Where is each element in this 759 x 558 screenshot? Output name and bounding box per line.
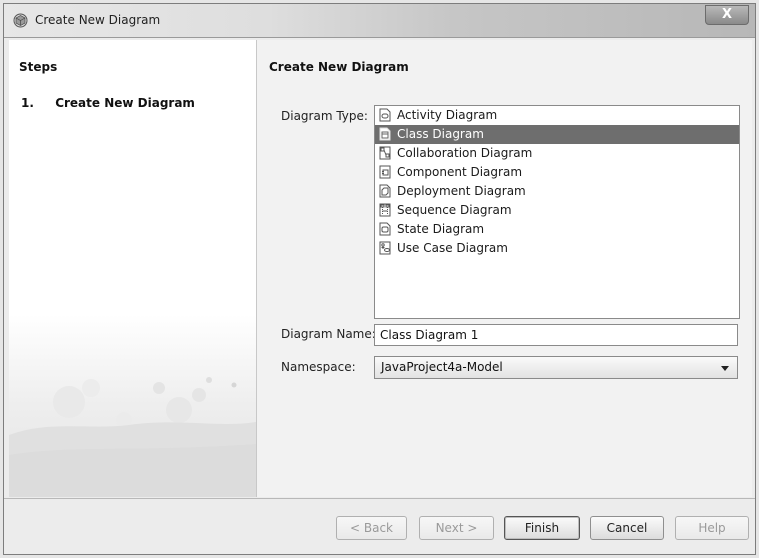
deployment-diagram-icon	[379, 184, 391, 197]
panel-title: Create New Diagram	[269, 60, 409, 74]
create-new-diagram-dialog: Create New Diagram X Steps 1. Create New…	[3, 3, 756, 555]
sequence-diagram-icon	[379, 203, 391, 216]
list-item-collaboration-diagram[interactable]: Collaboration Diagram	[375, 144, 739, 163]
list-item-label: Component Diagram	[397, 165, 523, 179]
list-item-label: Sequence Diagram	[397, 203, 512, 217]
cancel-button[interactable]: Cancel	[590, 516, 664, 540]
step-item: 1. Create New Diagram	[21, 96, 195, 110]
window-title: Create New Diagram	[35, 13, 161, 27]
decorative-graphic	[9, 377, 256, 497]
namespace-value: JavaProject4a-Model	[381, 360, 503, 374]
help-button-label: Help	[698, 521, 726, 535]
list-item-sequence-diagram[interactable]: Sequence Diagram	[375, 201, 739, 220]
class-diagram-icon	[379, 127, 391, 140]
list-item-label: Activity Diagram	[397, 108, 498, 122]
diagram-name-value: Class Diagram 1	[380, 328, 479, 342]
list-item-class-diagram[interactable]: Class Diagram	[375, 125, 739, 144]
namespace-dropdown[interactable]: JavaProject4a-Model	[374, 356, 738, 379]
help-button[interactable]: Help	[675, 516, 749, 540]
collaboration-diagram-icon	[379, 146, 391, 159]
back-button-label: < Back	[349, 521, 393, 535]
chevron-down-icon[interactable]	[721, 366, 729, 371]
finish-button-label: Finish	[524, 521, 560, 535]
namespace-label: Namespace:	[281, 360, 356, 374]
diagram-name-label: Diagram Name:	[281, 327, 376, 341]
use-case-diagram-icon	[379, 241, 391, 254]
list-item-label: Use Case Diagram	[397, 241, 508, 255]
next-button-label: Next >	[435, 521, 478, 535]
step-number: 1.	[21, 96, 34, 110]
footer-divider	[4, 498, 755, 499]
steps-heading: Steps	[19, 60, 58, 74]
list-item-use-case-diagram[interactable]: Use Case Diagram	[375, 239, 739, 258]
component-diagram-icon	[379, 165, 391, 178]
next-button[interactable]: Next >	[419, 516, 494, 540]
list-item-state-diagram[interactable]: State Diagram	[375, 220, 739, 239]
close-button[interactable]: X	[705, 5, 749, 25]
title-bar[interactable]: Create New Diagram X	[4, 4, 755, 38]
list-item-component-diagram[interactable]: Component Diagram	[375, 163, 739, 182]
diagram-name-field[interactable]: Class Diagram 1	[374, 324, 738, 346]
list-item-label: State Diagram	[397, 222, 485, 236]
cancel-button-label: Cancel	[606, 521, 648, 535]
activity-diagram-icon	[379, 108, 391, 121]
steps-panel: Steps 1. Create New Diagram	[9, 40, 257, 497]
list-item-label: Collaboration Diagram	[397, 146, 533, 160]
diagram-type-label: Diagram Type:	[281, 109, 368, 123]
list-item-deployment-diagram[interactable]: Deployment Diagram	[375, 182, 739, 201]
list-item-label: Deployment Diagram	[397, 184, 526, 198]
content-panel: Create New Diagram Diagram Type: Activit…	[257, 40, 752, 497]
close-icon: X	[721, 7, 733, 22]
state-diagram-icon	[379, 222, 391, 235]
list-item-activity-diagram[interactable]: Activity Diagram	[375, 106, 739, 125]
step-label: Create New Diagram	[55, 96, 195, 110]
diagram-type-list[interactable]: Activity Diagram Class Diagram Collabora…	[374, 105, 740, 319]
app-icon	[13, 13, 28, 28]
finish-button[interactable]: Finish	[504, 516, 580, 540]
back-button[interactable]: < Back	[336, 516, 407, 540]
list-item-label: Class Diagram	[397, 127, 484, 141]
